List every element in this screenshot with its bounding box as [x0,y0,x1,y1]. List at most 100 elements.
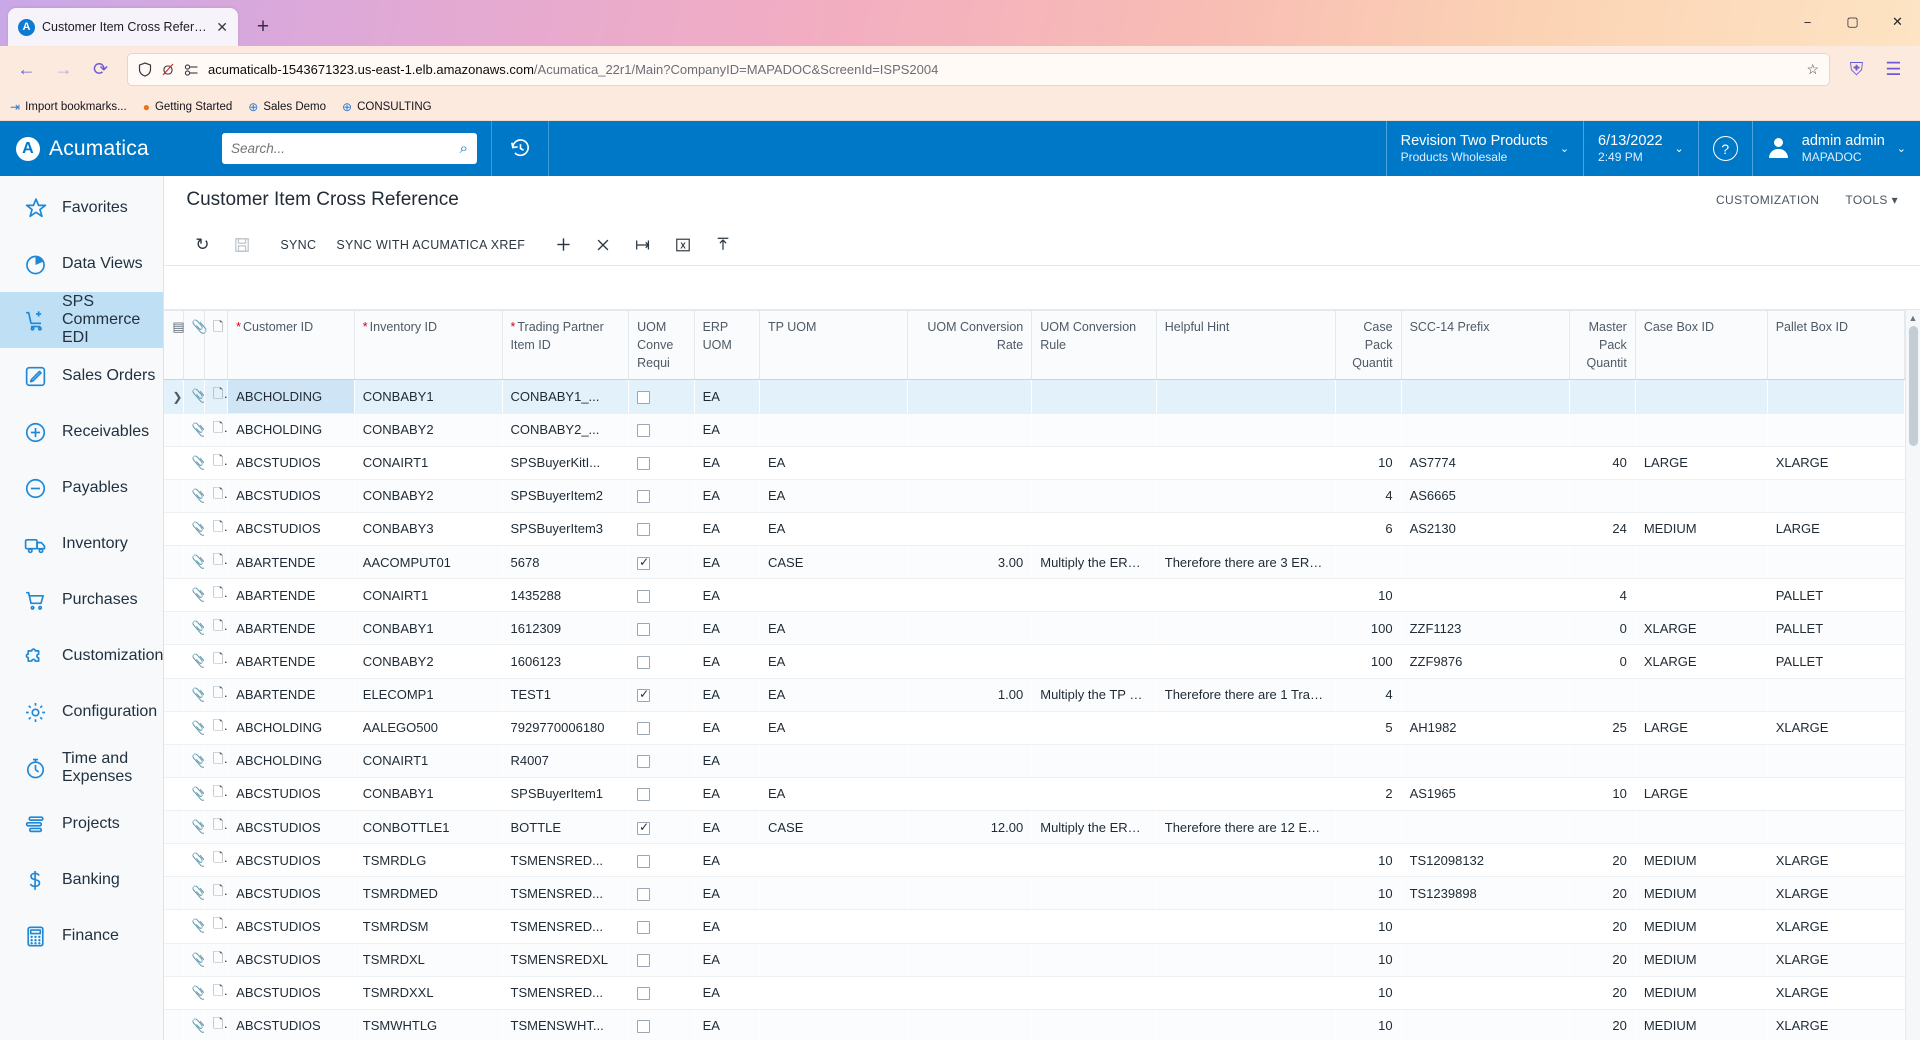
recent-history-icon[interactable] [492,121,549,176]
row-note-cell[interactable]: 🗋 [204,909,228,944]
table-row[interactable]: 📎 🗋ABARTENDEAACOMPUT015678 EACASE3.00Multi… [164,545,1905,580]
column-header-notes[interactable]: ▤ [164,310,185,381]
uom-required-checkbox[interactable] [637,755,651,769]
cell-tpuom[interactable]: EA [759,777,908,812]
row-attachment-cell[interactable]: 📎 [183,777,205,812]
cell-tpuom[interactable]: EA [759,644,908,679]
cell-tpitem[interactable]: TSMENSRED... [502,876,629,911]
cell-convrule[interactable] [1031,446,1157,480]
cell-mpack[interactable]: 20 [1569,876,1636,911]
cell-erpuom[interactable]: EA [694,413,760,447]
row-expand-cell[interactable] [164,413,184,447]
cell-erpuom[interactable]: EA [694,644,760,679]
cell-uom-conversion-required[interactable] [628,744,695,778]
cell-inventory[interactable]: CONBABY1 [354,777,503,812]
cell-tpitem[interactable]: 1612309 [502,611,629,646]
cell-customer[interactable]: ABCSTUDIOS [227,943,355,977]
uom-required-checkbox[interactable] [637,722,651,736]
cell-scc14[interactable]: AS7774 [1401,446,1570,480]
document-icon[interactable]: 🗋 [213,1016,227,1031]
table-row[interactable]: 📎 🗋ABCSTUDIOSCONAIRT1SPSBuyerKitI... EAEA 1… [164,446,1905,480]
cell-uom-conversion-required[interactable] [628,545,695,580]
cell-hint[interactable] [1156,909,1336,944]
grid-vertical-scrollbar[interactable]: ▲ [1905,310,1920,1040]
row-attachment-cell[interactable]: 📎 [183,976,205,1010]
cell-customer[interactable]: ABCSTUDIOS [227,479,355,513]
cell-mpack[interactable]: 0 [1569,644,1636,679]
cell-tpuom[interactable] [759,413,908,447]
cell-convrule[interactable] [1031,876,1157,911]
row-attachment-cell[interactable]: 📎 [183,379,205,414]
cell-erpuom[interactable]: EA [694,611,760,646]
cell-convrate[interactable] [907,446,1032,480]
cell-scc14[interactable] [1401,909,1570,944]
cell-convrule[interactable]: Multiply the TP U… [1031,678,1157,712]
sidebar-item-favorites[interactable]: Favorites [0,180,163,236]
cell-hint[interactable] [1156,976,1336,1010]
tracking-protection-icon[interactable] [184,63,199,76]
cell-convrate[interactable] [907,479,1032,513]
row-expand-cell[interactable] [164,711,184,745]
cell-customer[interactable]: ABCSTUDIOS [227,512,355,547]
cell-tpuom[interactable]: EA [759,512,908,547]
cell-convrule[interactable] [1031,479,1157,513]
paperclip-icon[interactable]: 📎 [192,753,204,768]
row-expand-cell[interactable] [164,1009,184,1040]
document-icon[interactable]: 🗋 [213,386,227,401]
cell-hint[interactable]: Therefore there are 3 ERP … [1156,545,1336,580]
browser-menu-button[interactable]: ☰ [1877,53,1910,86]
row-note-cell[interactable]: 🗋 [204,512,228,547]
cell-caseboxid[interactable]: MEDIUM [1635,976,1768,1010]
cell-palletbox[interactable]: PALLET [1767,578,1905,613]
new-tab-button[interactable]: + [248,12,278,42]
row-note-cell[interactable]: 🗋 [204,1009,228,1040]
cell-casepack[interactable]: 6 [1335,512,1402,547]
document-icon[interactable]: 🗋 [213,983,227,998]
cell-tpitem[interactable]: TSMENSRED... [502,976,629,1010]
document-icon[interactable]: 🗋 [213,718,227,733]
cell-hint[interactable] [1156,843,1336,878]
browser-tab[interactable]: A Customer Item Cross Reference ✕ [8,8,238,46]
table-row[interactable]: 📎 🗋ABCSTUDIOSTSMRDXLTSMENSREDXL EA 10 20MEDI… [164,943,1905,977]
document-icon[interactable]: 🗋 [213,950,227,965]
cell-caseboxid[interactable]: MEDIUM [1635,843,1768,878]
company-selector[interactable]: Revision Two Products Products Wholesale… [1385,121,1583,176]
column-header-tpitem[interactable]: * Trading Partner Item ID [502,310,630,381]
cell-palletbox[interactable] [1767,678,1905,712]
cell-convrule[interactable] [1031,711,1157,745]
table-row[interactable]: 📎 🗋ABCSTUDIOSTSMRDMEDTSMENSRED... EA 10TS12… [164,876,1905,911]
cell-convrate[interactable] [907,644,1032,679]
cell-tpuom[interactable] [759,843,908,878]
cell-palletbox[interactable]: XLARGE [1767,843,1905,878]
cell-hint[interactable] [1156,413,1336,447]
cell-uom-conversion-required[interactable] [628,943,695,977]
cell-customer[interactable]: ABARTENDE [227,545,355,580]
cell-tpitem[interactable]: TSMENSWHT... [502,1009,629,1040]
column-header-inventory[interactable]: * Inventory ID [354,310,503,381]
column-header-palletbox[interactable]: Pallet Box ID [1767,310,1906,381]
table-row[interactable]: 📎 🗋ABCSTUDIOSCONBOTTLE1BOTTLE EACASE12.00M… [164,810,1905,845]
cell-uom-conversion-required[interactable] [628,843,695,878]
cell-customer[interactable]: ABCSTUDIOS [227,909,355,944]
search-input[interactable] [231,141,460,156]
document-icon[interactable]: 🗋 [213,618,227,633]
cell-hint[interactable] [1156,479,1336,513]
row-expand-cell[interactable] [164,678,184,712]
cell-casepack[interactable]: 100 [1335,611,1402,646]
column-header-casepack[interactable]: Case Pack Quantit [1335,310,1402,381]
document-icon[interactable]: 🗋 [213,916,227,931]
cell-mpack[interactable]: 40 [1569,446,1636,480]
scroll-up-icon[interactable]: ▲ [1906,310,1920,325]
column-header-uomreq[interactable]: UOM Conve Requi [628,310,695,381]
back-button[interactable]: ← [10,53,43,86]
row-note-cell[interactable]: 🗋 [204,545,228,580]
row-expand-cell[interactable] [164,943,184,977]
document-icon[interactable]: 🗋 [213,552,227,567]
cell-scc14[interactable] [1401,744,1570,778]
row-note-cell[interactable]: 🗋 [204,678,228,712]
cell-casepack[interactable]: 10 [1335,446,1402,480]
cell-palletbox[interactable]: XLARGE [1767,976,1905,1010]
cell-hint[interactable] [1156,644,1336,679]
paperclip-icon[interactable]: 📎 [192,388,204,403]
cell-tpitem[interactable]: TSMENSRED... [502,909,629,944]
